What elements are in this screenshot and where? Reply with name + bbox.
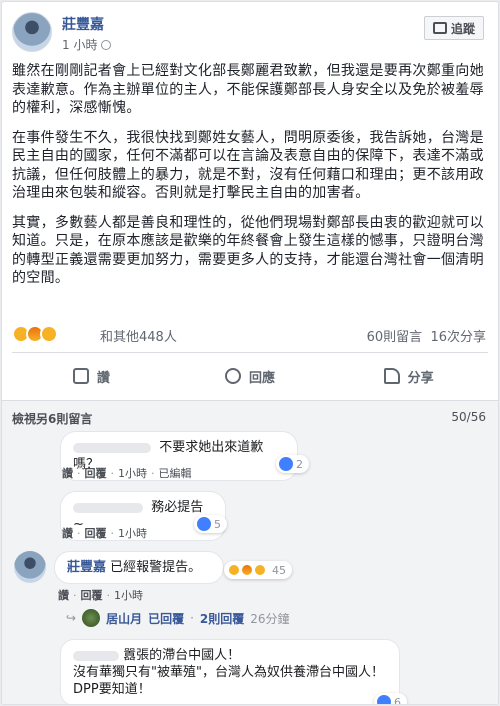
reply-action: 已回覆 <box>148 611 185 626</box>
like-icon <box>197 517 211 531</box>
post-paragraph: 在事件發生不久，我很快找到鄭姓女藝人，問明原委後，我告訴她，台灣是民主自由的國家… <box>12 129 484 202</box>
share-count[interactable]: 16次分享 <box>430 330 486 345</box>
comment-icon <box>225 368 241 384</box>
comment-reply-link[interactable]: 回覆 <box>85 467 107 480</box>
reaction-summary: 和其他448人 60則留言 16次分享 <box>12 325 488 345</box>
like-icon <box>377 695 391 704</box>
comment-pager: 50/56 <box>451 410 486 424</box>
comment-count[interactable]: 60則留言 <box>367 330 423 345</box>
comment-button[interactable]: 回應 <box>171 359 330 393</box>
action-bar: 讚 回應 分享 <box>12 359 488 393</box>
comment-like-link[interactable]: 讚 <box>62 467 73 480</box>
reply-count: 2則回覆 <box>199 611 245 626</box>
post-header: 莊豐嘉 1 小時 追蹤 <box>12 12 488 56</box>
comments-section: 檢視另6則留言 50/56 不要求她出來道歉嗎？ 2 讚 · 回覆 · 1小時 · 已編輯 … <box>2 400 498 705</box>
comment-like-count: 2 <box>296 457 303 471</box>
comment-time[interactable]: 1小時 <box>118 527 147 540</box>
redacted-name <box>73 442 151 453</box>
view-more-comments[interactable]: 檢視另6則留言 <box>12 410 92 427</box>
commenter-name[interactable]: 莊豐嘉 <box>67 560 106 575</box>
reply-time: 26分鐘 <box>250 611 290 626</box>
divider <box>12 352 488 353</box>
comment-reply-link[interactable]: 回覆 <box>81 589 103 602</box>
comment-like-badge[interactable]: 2 <box>276 455 309 473</box>
comment-actions: 讚 · 回覆 · 1小時 · 已編輯 <box>62 467 192 480</box>
follow-icon <box>432 22 447 34</box>
comment-label: 回應 <box>249 370 276 386</box>
comment-reply-link[interactable]: 回覆 <box>85 527 107 540</box>
comment-reaction-badge[interactable]: 45 <box>224 561 292 579</box>
comment-time[interactable]: 1小時 <box>118 467 147 480</box>
comment-text-line: 囂張的滯台中國人！ <box>123 648 241 663</box>
sad-reaction-icon <box>253 563 267 577</box>
post-stats: 60則留言 16次分享 <box>367 326 486 345</box>
comment-time[interactable]: 1小時 <box>114 589 143 602</box>
comment-like-badge[interactable]: 6 <box>374 693 407 705</box>
sad-reaction-icon <box>40 325 58 343</box>
thumbs-up-icon <box>72 368 89 384</box>
comment-reaction-count: 45 <box>272 563 286 577</box>
replier-avatar <box>82 609 101 627</box>
post-meta: 1 小時 <box>62 36 112 53</box>
comment-text-line: 沒有華獨只有"被華殖"，台灣人為奴供養滯台中國人！ <box>73 665 384 680</box>
author-name[interactable]: 莊豐嘉 <box>62 14 104 34</box>
post-paragraph: 其實，多數藝人都是善良和理性的，從他們現場對鄭部長由衷的歡迎就可以知道。只是，在… <box>12 214 484 287</box>
commenter-avatar[interactable] <box>14 551 46 583</box>
reaction-icons[interactable] <box>12 325 58 343</box>
reaction-count[interactable]: 和其他448人 <box>100 326 177 345</box>
angry-reaction-icon <box>240 563 254 577</box>
comment-edited: 已編輯 <box>158 467 192 480</box>
follow-label: 追蹤 <box>450 21 475 36</box>
share-icon <box>383 368 400 384</box>
comment-like-badge[interactable]: 5 <box>194 515 227 533</box>
redacted-name <box>73 502 143 513</box>
comment-like-count: 5 <box>214 517 221 531</box>
comment-bubble: 莊豐嘉 已經報警提告。 <box>54 551 224 584</box>
comment-like-link[interactable]: 讚 <box>58 589 69 602</box>
comment-like-link[interactable]: 讚 <box>62 527 73 540</box>
haha-reaction-icon <box>227 563 241 577</box>
reply-arrow-icon: ↪ <box>66 611 77 625</box>
comment-text-line: DPP要知道！ <box>73 682 151 697</box>
like-button[interactable]: 讚 <box>12 359 171 393</box>
globe-icon <box>101 40 112 50</box>
comment-actions: 讚 · 回覆 · 1小時 <box>58 589 143 602</box>
post-time[interactable]: 1 小時 <box>62 38 97 52</box>
like-icon <box>279 457 293 471</box>
post-card: 莊豐嘉 1 小時 追蹤 雖然在剛剛記者會上已經對文化部長鄭麗君致歉，但我還是要再… <box>1 1 499 705</box>
replies-summary[interactable]: ↪ 居山月 已回覆 · 2則回覆 26分鐘 <box>66 609 290 627</box>
replier-name: 居山月 <box>106 611 143 626</box>
follow-button[interactable]: 追蹤 <box>423 16 484 40</box>
share-button[interactable]: 分享 <box>329 359 488 393</box>
post-body: 雖然在剛剛記者會上已經對文化部長鄭麗君致歉，但我還是要再次鄭重向她表達歉意。作為… <box>12 62 488 299</box>
redacted-name <box>73 650 119 661</box>
like-label: 讚 <box>96 370 110 386</box>
comment-bubble: 囂張的滯台中國人！ 沒有華獨只有"被華殖"，台灣人為奴供養滯台中國人！ DPP要… <box>60 639 400 704</box>
comment-like-count: 6 <box>394 695 401 705</box>
share-label: 分享 <box>407 370 434 386</box>
comment-text: 已經報警提告。 <box>110 560 202 575</box>
author-avatar[interactable] <box>12 12 52 52</box>
comment-actions: 讚 · 回覆 · 1小時 <box>62 527 147 540</box>
post-paragraph: 雖然在剛剛記者會上已經對文化部長鄭麗君致歉，但我還是要再次鄭重向她表達歉意。作為… <box>12 63 484 116</box>
